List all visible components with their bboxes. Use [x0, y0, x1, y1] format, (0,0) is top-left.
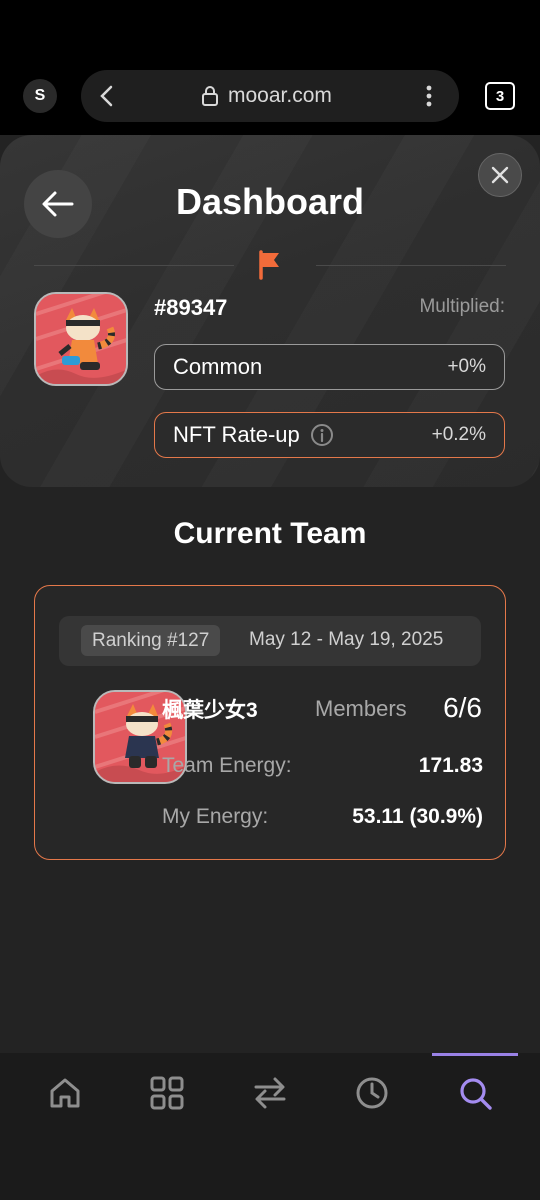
bottom-nav	[0, 1053, 540, 1200]
rateup-label-group: NFT Rate-up	[173, 422, 334, 448]
dashboard-header-card: Dashboard #89347 Multiplied: Common +0% …	[0, 135, 540, 487]
divider	[316, 265, 506, 266]
section-title: Current Team	[173, 517, 367, 550]
nav-grid[interactable]	[124, 1053, 210, 1200]
team-energy-label: Team Energy:	[162, 754, 292, 777]
tab-switcher-button[interactable]: 3	[485, 82, 515, 110]
fox-character-icon	[36, 294, 126, 384]
rarity-label: Common	[173, 354, 263, 379]
lock-icon	[202, 86, 218, 106]
browser-toolbar: S mooar.com 3	[0, 0, 540, 135]
rarity-value: +0%	[447, 356, 486, 377]
rateup-value: +0.2%	[431, 424, 486, 445]
team-card[interactable]: Ranking #127 May 12 - May 19, 2025 楓葉少女3…	[34, 585, 506, 860]
close-icon	[491, 166, 509, 184]
flag-icon	[259, 250, 279, 280]
ranking-bar: Ranking #127 May 12 - May 19, 2025	[59, 616, 481, 666]
members-label: Members	[315, 696, 407, 721]
nav-swap[interactable]	[227, 1053, 313, 1200]
nav-history[interactable]	[329, 1053, 415, 1200]
swap-icon	[254, 1077, 286, 1109]
grid-icon	[150, 1076, 184, 1110]
nft-id: #89347	[154, 295, 228, 320]
divider	[34, 265, 234, 266]
close-button[interactable]	[478, 153, 522, 197]
rarity-row: Common +0%	[154, 344, 505, 390]
rateup-row: NFT Rate-up +0.2%	[154, 412, 505, 458]
more-vertical-icon[interactable]	[425, 84, 433, 108]
back-chevron-icon[interactable]	[97, 84, 117, 108]
members-value: 6/6	[443, 692, 482, 723]
my-energy-label: My Energy:	[162, 805, 269, 828]
team-name: 楓葉少女3	[162, 699, 258, 722]
clock-icon	[356, 1077, 388, 1109]
ranking-badge: Ranking #127	[81, 625, 221, 656]
home-icon	[50, 1078, 80, 1108]
multiplied-label: Multiplied:	[419, 296, 505, 317]
nav-search[interactable]	[432, 1053, 518, 1200]
team-energy-value: 171.83	[418, 754, 483, 777]
nft-avatar	[34, 292, 128, 386]
page-title: Dashboard	[175, 181, 365, 222]
my-energy-value: 53.11 (30.9%)	[352, 805, 483, 828]
date-range: May 12 - May 19, 2025	[249, 629, 444, 650]
nav-home[interactable]	[22, 1053, 108, 1200]
url-text: mooar.com	[228, 84, 332, 107]
rateup-label: NFT Rate-up	[173, 422, 300, 447]
address-bar[interactable]: mooar.com	[81, 70, 459, 122]
info-icon[interactable]	[310, 423, 334, 447]
profile-avatar[interactable]: S	[23, 79, 57, 113]
search-icon	[460, 1078, 492, 1110]
